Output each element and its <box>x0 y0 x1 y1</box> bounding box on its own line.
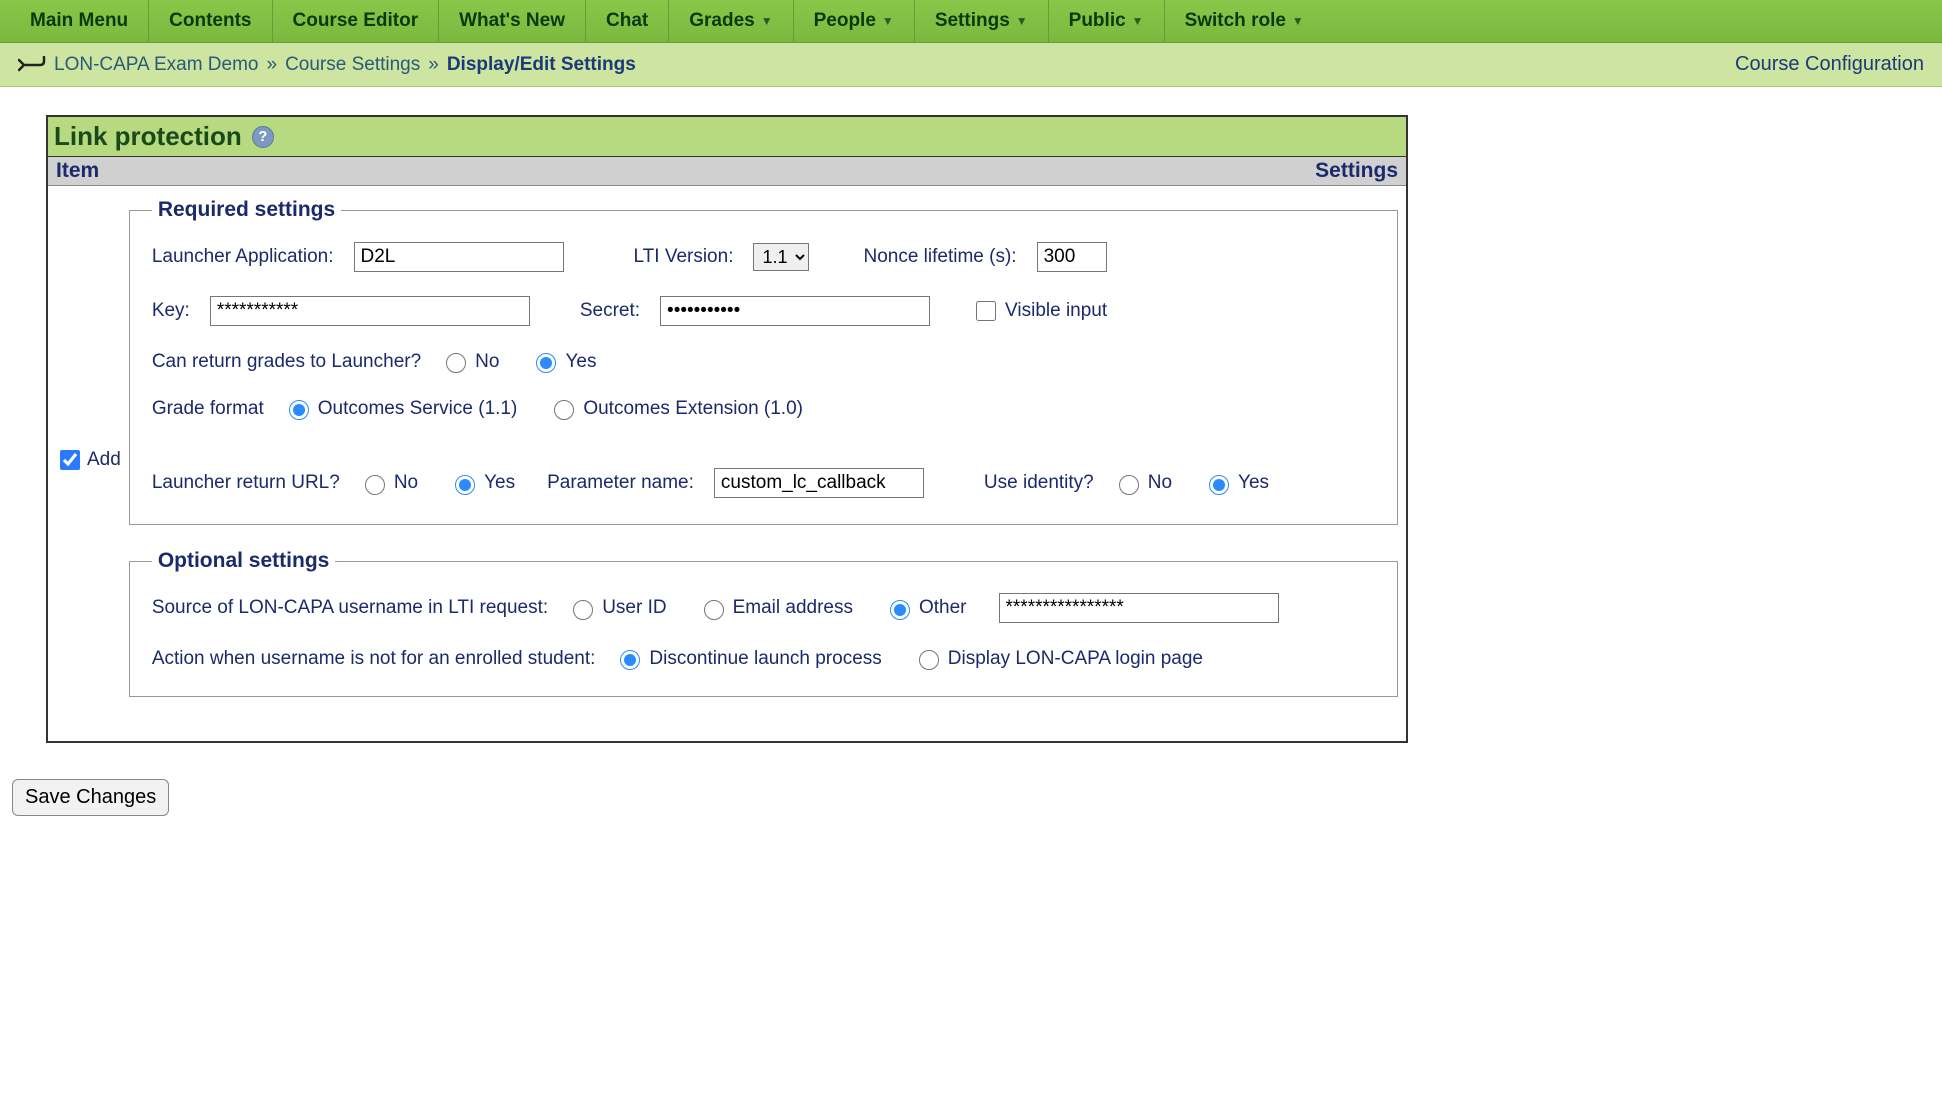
breadcrumb-item[interactable]: Course Settings <box>285 54 420 76</box>
source-other-radio[interactable] <box>890 600 910 620</box>
lti-version-select[interactable]: 1.1 <box>753 243 809 271</box>
required-legend: Required settings <box>152 198 341 222</box>
grade-format-label: Grade format <box>152 398 264 420</box>
panel-column-header: Item Settings <box>48 157 1406 186</box>
optional-legend: Optional settings <box>152 549 336 573</box>
nav-people[interactable]: People▼ <box>794 0 915 42</box>
col-settings: Settings <box>1315 159 1398 183</box>
nav-main-menu[interactable]: Main Menu <box>10 0 149 42</box>
source-other-input[interactable] <box>999 593 1279 623</box>
launcher-app-input[interactable] <box>354 242 564 272</box>
breadcrumb-item[interactable]: LON-CAPA Exam Demo <box>54 54 258 76</box>
visible-input-label: Visible input <box>1005 300 1107 322</box>
grade-format-service-radio[interactable] <box>289 400 309 420</box>
nav-settings[interactable]: Settings▼ <box>915 0 1049 42</box>
add-label: Add <box>87 449 121 471</box>
action-display-login-radio[interactable] <box>919 650 939 670</box>
breadcrumb-current: Display/Edit Settings <box>447 54 636 76</box>
action-discontinue-radio[interactable] <box>620 650 640 670</box>
help-icon[interactable]: ? <box>252 126 274 148</box>
chevron-down-icon: ▼ <box>1016 14 1028 28</box>
nav-chat[interactable]: Chat <box>586 0 669 42</box>
chevron-down-icon: ▼ <box>882 14 894 28</box>
link-protection-panel: Link protection ? Item Settings Add Requ… <box>46 115 1408 743</box>
use-identity-no-radio[interactable] <box>1119 475 1139 495</box>
nav-course-editor[interactable]: Course Editor <box>273 0 440 42</box>
param-name-label: Parameter name: <box>547 472 694 494</box>
use-identity-label: Use identity? <box>984 472 1094 494</box>
nav-public[interactable]: Public▼ <box>1049 0 1165 42</box>
breadcrumb-sep: » <box>428 54 439 76</box>
use-identity-yes-radio[interactable] <box>1209 475 1229 495</box>
return-arrow-icon[interactable] <box>18 56 46 74</box>
add-checkbox[interactable] <box>60 450 80 470</box>
breadcrumb-bar: LON-CAPA Exam Demo » Course Settings » D… <box>0 43 1942 87</box>
param-name-input[interactable] <box>714 468 924 498</box>
optional-settings-fieldset: Optional settings Source of LON-CAPA use… <box>129 549 1398 697</box>
action-label: Action when username is not for an enrol… <box>152 648 596 670</box>
nav-contents[interactable]: Contents <box>149 0 272 42</box>
chevron-down-icon: ▼ <box>761 14 773 28</box>
nonce-input[interactable] <box>1037 242 1107 272</box>
return-grades-no-radio[interactable] <box>446 353 466 373</box>
nav-switch-role[interactable]: Switch role▼ <box>1165 0 1324 42</box>
page-context-label: Course Configuration <box>1735 53 1924 76</box>
col-item: Item <box>56 159 99 183</box>
return-url-yes-radio[interactable] <box>455 475 475 495</box>
return-url-label: Launcher return URL? <box>152 472 340 494</box>
source-userid-radio[interactable] <box>573 600 593 620</box>
return-grades-yes-radio[interactable] <box>536 353 556 373</box>
return-grades-label: Can return grades to Launcher? <box>152 351 421 373</box>
top-nav: Main Menu Contents Course Editor What's … <box>0 0 1942 43</box>
source-label: Source of LON-CAPA username in LTI reque… <box>152 597 548 619</box>
breadcrumb-sep: » <box>266 54 277 76</box>
launcher-app-label: Launcher Application: <box>152 246 334 268</box>
grade-format-extension-radio[interactable] <box>554 400 574 420</box>
nav-whats-new[interactable]: What's New <box>439 0 586 42</box>
save-changes-button[interactable]: Save Changes <box>12 779 169 816</box>
panel-title: Link protection ? <box>48 117 1406 157</box>
secret-input[interactable] <box>660 296 930 326</box>
secret-label: Secret: <box>580 300 640 322</box>
return-url-no-radio[interactable] <box>365 475 385 495</box>
visible-input-checkbox[interactable] <box>976 301 996 321</box>
chevron-down-icon: ▼ <box>1132 14 1144 28</box>
key-input[interactable] <box>210 296 530 326</box>
chevron-down-icon: ▼ <box>1292 14 1304 28</box>
nav-grades[interactable]: Grades▼ <box>669 0 793 42</box>
lti-version-label: LTI Version: <box>634 246 734 268</box>
required-settings-fieldset: Required settings Launcher Application: … <box>129 198 1398 525</box>
nonce-label: Nonce lifetime (s): <box>863 246 1016 268</box>
key-label: Key: <box>152 300 190 322</box>
source-email-radio[interactable] <box>704 600 724 620</box>
